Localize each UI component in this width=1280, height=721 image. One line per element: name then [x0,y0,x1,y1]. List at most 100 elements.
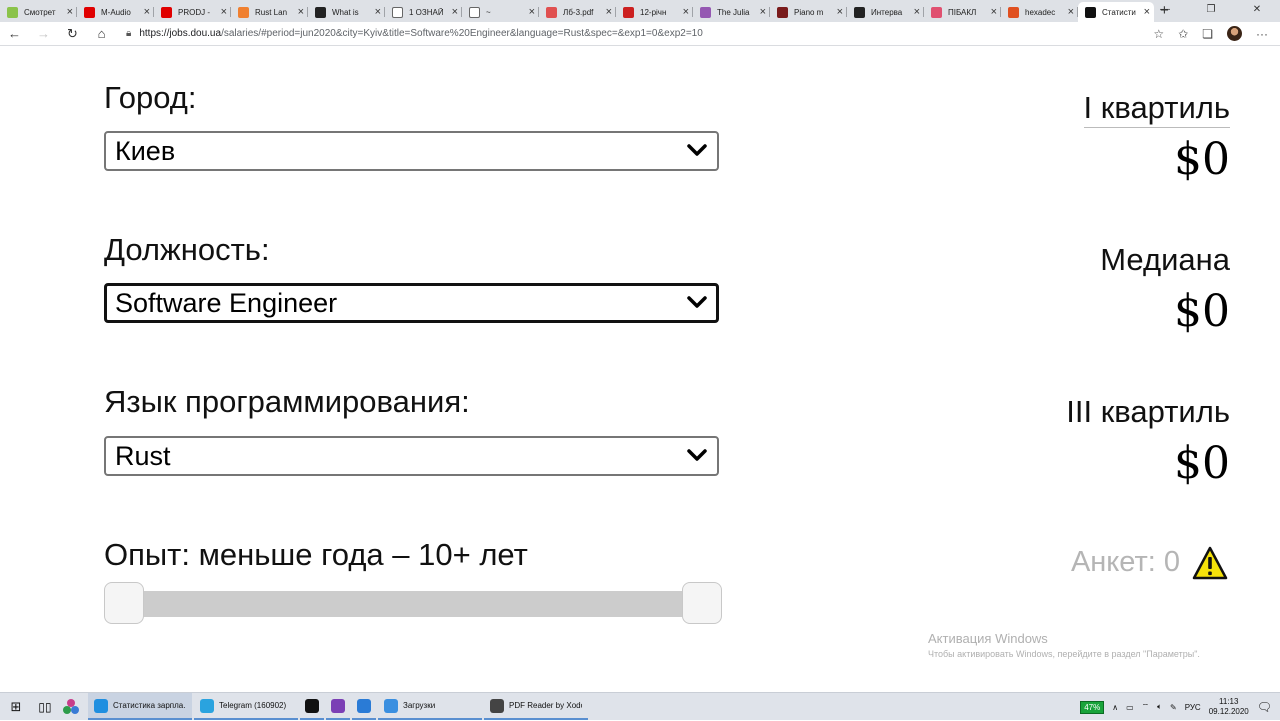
tab-close-icon[interactable]: × [1068,6,1074,18]
q3-label: III квартиль [1066,394,1230,429]
tab-close-icon[interactable]: × [991,6,997,18]
tab-close-icon[interactable]: × [144,6,150,18]
task-view-icon[interactable]: ▯▯ [32,694,58,720]
app-icon [305,698,319,713]
reload-icon[interactable]: ↻ [58,26,87,42]
browser-tab[interactable]: The Julia × [693,2,770,22]
pen-icon[interactable]: ✎ [1170,703,1177,712]
notifications-icon[interactable]: 🗨︎ [1257,700,1272,714]
browser-tab-strip: Смотрет × M-Audio × PRODJ - × Rust Lan × What is… [0,0,1280,22]
tab-close-icon[interactable]: × [375,6,381,18]
tab-title: Смотрет [24,7,56,17]
clock-time: 11:13 [1219,697,1239,706]
app-icon [490,698,504,713]
browser-tab[interactable]: hexadec × [1001,2,1078,22]
tab-close-icon[interactable]: × [452,6,458,18]
favorite-star-icon[interactable]: ☆ [1153,27,1164,41]
city-select-value: Киев [115,136,176,166]
tab-close-icon[interactable]: × [914,6,920,18]
address-bar[interactable]: https://jobs.dou.ua/salaries/#period=jun… [139,28,1153,39]
windows-start-icon[interactable]: ⊞ [0,699,32,715]
close-window-icon[interactable]: ✕ [1234,0,1280,22]
responses-count: Анкет: 0 [1070,546,1180,578]
experience-slider-track[interactable] [106,591,720,617]
lock-icon[interactable]: 🔒︎ [126,28,131,39]
tab-close-icon[interactable]: × [67,6,73,18]
language-select[interactable]: Rust [104,436,719,476]
taskbar-apps: Статистика зарпла... Telegram (160902) Заг… [88,693,590,721]
tab-favicon-icon [700,6,711,18]
browser-tab[interactable]: 1 ОЗНАЙ × [385,2,462,22]
app-launcher-icon[interactable] [58,694,84,720]
experience-slider-min-handle[interactable] [104,582,144,624]
taskbar-app[interactable] [300,693,324,720]
taskbar-app[interactable]: PDF Reader by Xodo [484,693,588,720]
tray-overflow-icon[interactable]: ∧ [1112,703,1118,712]
tab-close-icon[interactable]: × [683,6,689,18]
tab-title: Piano m [794,7,824,17]
browser-tab[interactable]: 12-річн × [616,2,693,22]
tab-favicon-icon [392,6,403,18]
app-icon [384,698,398,713]
tab-close-icon[interactable]: × [837,6,843,18]
wifi-icon[interactable]: ⌔ [1142,702,1150,712]
taskbar-app-label: PDF Reader by Xodo [509,701,582,710]
back-icon[interactable]: ← [0,26,29,41]
tab-favicon-icon [854,6,865,18]
activation-title: Активация Windows [928,631,1048,646]
browser-tab[interactable]: Лб-3.pdf × [539,2,616,22]
taskbar-app[interactable] [326,693,350,720]
taskbar-app-label: Загрузки [403,701,436,710]
tab-title: 12-річн [640,7,667,17]
tab-favicon-icon [84,6,95,18]
battery-indicator[interactable]: 47% [1080,700,1105,714]
clover-icon [63,698,79,714]
tab-favicon-icon [931,6,942,18]
taskbar-app[interactable]: Telegram (160902) [194,693,298,720]
tab-close-icon[interactable]: × [221,6,227,18]
taskbar-app[interactable]: Загрузки [378,693,482,720]
tab-favicon-icon [1008,6,1019,18]
tab-close-icon[interactable]: × [529,6,535,18]
input-language[interactable]: РУС [1185,703,1201,712]
home-icon[interactable]: ⌂ [87,26,116,41]
browser-tab[interactable]: What is × [308,2,385,22]
collections-icon[interactable]: ❏ [1202,27,1213,41]
language-label: Язык программирования: [104,384,470,419]
taskbar-app[interactable] [352,693,376,720]
browser-toolbar: ← → ↻ ⌂ 🔒︎ https://jobs.dou.ua/salaries/… [0,22,1280,46]
tab-favicon-icon [469,6,480,18]
tab-favicon-icon [777,6,788,18]
browser-tab[interactable]: Rust Lan × [231,2,308,22]
taskbar-app[interactable]: Статистика зарпла... [88,693,192,720]
browser-tab[interactable]: M-Audio × [77,2,154,22]
taskbar-app-label: Статистика зарпла... [113,701,186,710]
profile-avatar[interactable] [1227,26,1242,41]
tab-close-icon[interactable]: × [298,6,304,18]
tab-favicon-icon [623,6,634,18]
forward-icon[interactable]: → [29,26,58,41]
favorites-icon[interactable]: ✩ [1178,27,1188,41]
tab-title: Статисти [1102,7,1136,17]
browser-tab[interactable]: ~ × [462,2,539,22]
browser-tab[interactable]: Смотрет × [0,2,77,22]
minimize-icon[interactable]: — [1142,0,1188,22]
restore-icon[interactable]: ❐ [1188,0,1234,22]
language-select-value: Rust [115,441,171,471]
browser-tab[interactable]: Piano m × [770,2,847,22]
q3-value: $0 [1174,438,1230,489]
tab-close-icon[interactable]: × [606,6,612,18]
tab-title: Лб-3.pdf [563,7,594,17]
browser-tab[interactable]: ПІБАКЛ × [924,2,1001,22]
experience-slider-max-handle[interactable] [682,582,722,624]
city-select[interactable]: Киев [104,131,719,171]
browser-tab[interactable]: Интерва × [847,2,924,22]
more-menu-icon[interactable]: ··· [1256,27,1268,41]
tab-favicon-icon [315,6,326,18]
volume-icon[interactable]: 🔈︎ [1157,702,1162,712]
clock[interactable]: 11:13 09.12.2020 [1209,697,1249,717]
tab-close-icon[interactable]: × [760,6,766,18]
browser-tab[interactable]: PRODJ - × [154,2,231,22]
network-icon[interactable]: ▭ [1126,703,1134,712]
position-select[interactable]: Software Engineer [104,283,719,323]
